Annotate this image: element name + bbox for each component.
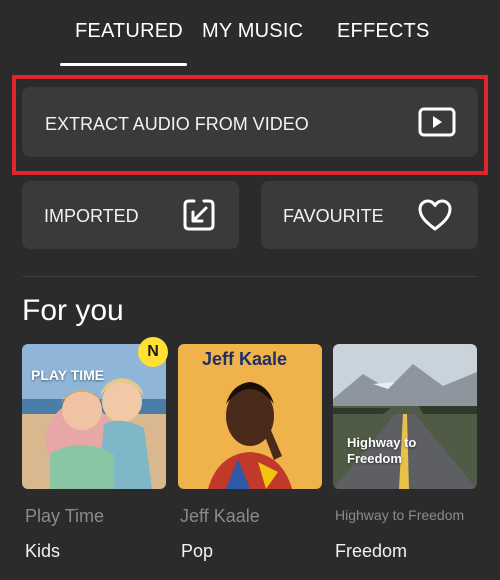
cover-text-play-time: PLAY TIME <box>31 367 105 383</box>
active-tab-indicator <box>60 63 187 66</box>
divider <box>22 276 478 277</box>
music-tile-jeff-kaale[interactable]: Jeff Kaale <box>178 344 322 489</box>
cover-image-play-time <box>22 344 166 489</box>
tile-title-highway-to-freedom: Highway to Freedom <box>335 507 465 523</box>
tab-effects[interactable]: EFFECTS <box>337 20 430 43</box>
heart-icon <box>417 198 453 232</box>
imported-label: IMPORTED <box>44 206 139 226</box>
tab-bar: FEATURED MY MUSIC EFFECTS <box>0 0 500 66</box>
music-tile-highway-to-freedom[interactable]: Highway to Freedom <box>333 344 477 489</box>
favourite-button[interactable]: FAVOURITE <box>261 181 478 249</box>
tab-featured[interactable]: FEATURED <box>75 20 183 43</box>
play-video-icon <box>418 107 456 137</box>
cover-text-jeff-kaale: Jeff Kaale <box>202 349 288 369</box>
tile-genre-pop: Pop <box>181 541 214 561</box>
tile-genre-freedom: Freedom <box>335 541 408 561</box>
extract-audio-button[interactable]: EXTRACT AUDIO FROM VIDEO <box>22 87 478 157</box>
cover-image-highway <box>333 344 477 489</box>
cover-text-highway: Highway to Freedom <box>347 435 417 466</box>
section-title-for-you: For you <box>22 294 124 327</box>
imported-button[interactable]: IMPORTED <box>22 181 239 249</box>
import-arrow-icon <box>182 198 216 232</box>
tile-title-play-time: Play Time <box>25 506 105 526</box>
extract-audio-label: EXTRACT AUDIO FROM VIDEO <box>45 114 309 134</box>
new-badge: N <box>138 337 168 367</box>
tab-my-music[interactable]: MY MUSIC <box>202 20 303 43</box>
music-tile-play-time[interactable]: PLAY TIME <box>22 344 166 489</box>
favourite-label: FAVOURITE <box>283 206 384 226</box>
tile-genre-kids: Kids <box>25 541 61 561</box>
tile-title-jeff-kaale: Jeff Kaale <box>180 506 260 526</box>
